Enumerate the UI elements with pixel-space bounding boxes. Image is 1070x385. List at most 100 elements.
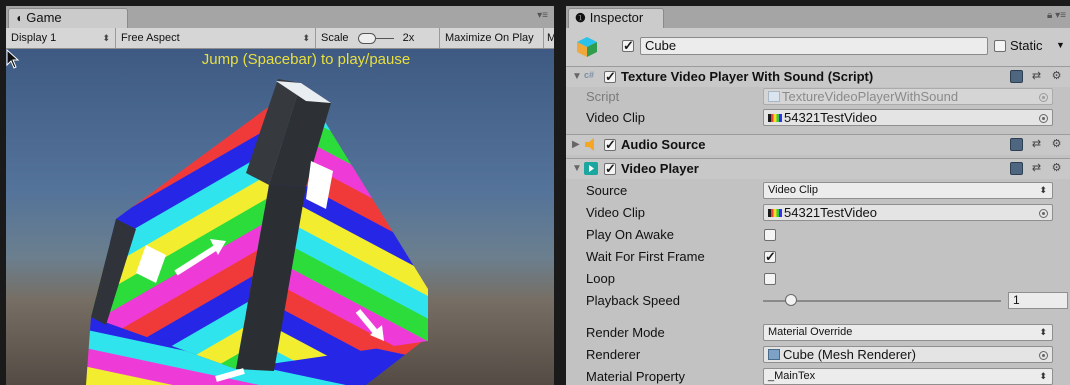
updown-arrow-icon: ⬍ <box>302 33 310 43</box>
video-clip-row: Video Clip 54321TestVideo <box>566 202 1070 224</box>
wait-first-frame-checkbox[interactable] <box>764 249 776 265</box>
gear-icon[interactable]: ⚙ <box>1050 70 1063 83</box>
inspector-tab-label: Inspector <box>589 10 644 25</box>
playback-speed-row: Playback Speed 1 <box>566 290 1070 312</box>
updown-arrow-icon: ⬍ <box>1039 185 1047 195</box>
scale-slider-knob[interactable] <box>357 33 376 45</box>
object-picker-icon[interactable] <box>1039 209 1048 218</box>
panel-menu-icon[interactable]: ▾≡ <box>537 10 548 21</box>
help-book-icon[interactable] <box>1010 138 1023 151</box>
object-active-checkbox[interactable] <box>622 38 634 54</box>
loop-row: Loop <box>566 268 1070 290</box>
scale-control[interactable]: Scale 2x <box>316 28 440 48</box>
playback-speed-slider-knob[interactable] <box>785 294 797 306</box>
preset-icon[interactable]: ⇄ <box>1030 162 1043 175</box>
preset-icon[interactable]: ⇄ <box>1030 138 1043 151</box>
fold-open-icon[interactable]: ▼ <box>572 163 582 174</box>
script-video-clip-label: Video Clip <box>586 110 646 125</box>
audio-source-enabled-checkbox[interactable] <box>604 137 616 153</box>
material-property-label: Material Property <box>586 369 685 384</box>
audio-source-header[interactable]: ▶ Audio Source ⇄ ⚙ <box>566 134 1070 155</box>
static-dropdown-arrow-icon[interactable]: ▼ <box>1056 40 1065 50</box>
script-enabled-checkbox[interactable] <box>604 69 616 85</box>
fold-open-icon[interactable]: ▼ <box>572 71 582 82</box>
playback-speed-value: 1 <box>1013 293 1020 307</box>
static-label: Static <box>1010 38 1043 53</box>
display-dropdown[interactable]: Display 1 ⬍ <box>6 28 116 48</box>
maximize-on-play-label: Maximize On Play <box>445 32 534 44</box>
game-tab-label: Game <box>26 10 62 25</box>
video-clip-field[interactable]: 54321TestVideo <box>763 204 1053 221</box>
script-video-clip-value: 54321TestVideo <box>784 110 878 125</box>
renderer-field[interactable]: Cube (Mesh Renderer) <box>763 346 1053 363</box>
inspector-tab[interactable]: ❶ Inspector <box>568 8 664 28</box>
object-header: Cube Static ▼ <box>566 28 1070 67</box>
scale-label: Scale <box>321 32 349 44</box>
maximize-on-play-button[interactable]: Maximize On Play <box>440 28 544 48</box>
material-property-value: _MainTex <box>768 370 816 382</box>
render-mode-dropdown[interactable]: Material Override ⬍ <box>763 324 1053 341</box>
script-component-title: Texture Video Player With Sound (Script) <box>621 69 874 84</box>
play-on-awake-checkbox[interactable] <box>764 229 776 241</box>
video-player-title: Video Player <box>621 161 699 176</box>
script-video-clip-field[interactable]: 54321TestVideo <box>763 109 1053 126</box>
video-player-header[interactable]: ▼ Video Player ⇄ ⚙ <box>566 158 1070 179</box>
gameobject-cube-icon <box>577 37 597 57</box>
display-value: Display 1 <box>11 32 57 44</box>
object-name: Cube <box>645 38 677 53</box>
object-picker-icon[interactable] <box>1039 351 1048 360</box>
game-toolbar: Display 1 ⬍ Free Aspect ⬍ Scale 2x Maxim… <box>6 28 554 49</box>
game-window: ◖ Game ▾≡ Display 1 ⬍ Free Aspect ⬍ Scale… <box>6 6 554 385</box>
video-clip-label: Video Clip <box>586 205 646 220</box>
playback-speed-label: Playback Speed <box>586 293 680 308</box>
lock-icon[interactable]: 🔒︎ ▾≡ <box>1047 10 1066 21</box>
aspect-dropdown[interactable]: Free Aspect ⬍ <box>116 28 316 48</box>
source-dropdown[interactable]: Video Clip ⬍ <box>763 182 1053 199</box>
help-book-icon[interactable] <box>1010 70 1023 83</box>
script-value: TextureVideoPlayerWithSound <box>782 89 959 104</box>
gear-icon[interactable]: ⚙ <box>1050 162 1063 175</box>
script-component-header[interactable]: ▼ c# Texture Video Player With Sound (Sc… <box>566 66 1070 87</box>
wait-first-frame-row: Wait For First Frame <box>566 246 1070 268</box>
fold-closed-icon[interactable]: ▶ <box>572 139 580 150</box>
video-clip-value: 54321TestVideo <box>784 205 878 220</box>
info-icon: ❶ <box>575 11 586 25</box>
game-tab-strip: ◖ Game ▾≡ <box>6 6 554 28</box>
csharp-script-icon: c# <box>584 70 595 80</box>
render-mode-value: Material Override <box>768 326 853 338</box>
renderer-row: Renderer Cube (Mesh Renderer) <box>566 344 1070 366</box>
playback-speed-field[interactable]: 1 <box>1008 292 1068 309</box>
audio-source-title: Audio Source <box>621 137 706 152</box>
script-video-clip-row: Video Clip 54321TestVideo <box>566 107 1070 129</box>
script-file-icon <box>768 91 780 102</box>
source-value: Video Clip <box>768 184 818 196</box>
renderer-label: Renderer <box>586 347 641 362</box>
material-property-row: Material Property _MainTex ⬍ <box>566 366 1070 385</box>
help-book-icon[interactable] <box>1010 162 1023 175</box>
wait-first-frame-label: Wait For First Frame <box>586 249 705 264</box>
script-field: TextureVideoPlayerWithSound <box>763 88 1053 105</box>
video-clip-icon <box>768 209 782 217</box>
truncated-toolbar-button[interactable]: Mu <box>544 28 554 48</box>
updown-arrow-icon: ⬍ <box>102 33 110 43</box>
mesh-renderer-icon <box>768 349 780 360</box>
loop-checkbox[interactable] <box>764 273 776 285</box>
loop-label: Loop <box>586 271 615 286</box>
playback-speed-slider[interactable] <box>763 294 1001 308</box>
game-viewport[interactable]: Jump (Spacebar) to play/pause <box>6 49 554 385</box>
object-picker-icon[interactable] <box>1039 114 1048 123</box>
script-label: Script <box>586 89 620 104</box>
pacman-icon: ◖ <box>15 11 23 25</box>
game-tab[interactable]: ◖ Game <box>8 8 128 28</box>
object-name-field[interactable]: Cube <box>640 37 988 55</box>
render-mode-label: Render Mode <box>586 325 665 340</box>
material-property-dropdown[interactable]: _MainTex ⬍ <box>763 368 1053 385</box>
gear-icon[interactable]: ⚙ <box>1050 138 1063 151</box>
preset-icon[interactable]: ⇄ <box>1030 70 1043 83</box>
scale-slider[interactable] <box>357 32 394 45</box>
video-player-enabled-checkbox[interactable] <box>604 161 616 177</box>
play-on-awake-row: Play On Awake <box>566 224 1070 246</box>
script-row: Script TextureVideoPlayerWithSound <box>566 86 1070 108</box>
overlay-hint-text: Jump (Spacebar) to play/pause <box>201 51 411 68</box>
static-checkbox[interactable] <box>994 40 1006 52</box>
